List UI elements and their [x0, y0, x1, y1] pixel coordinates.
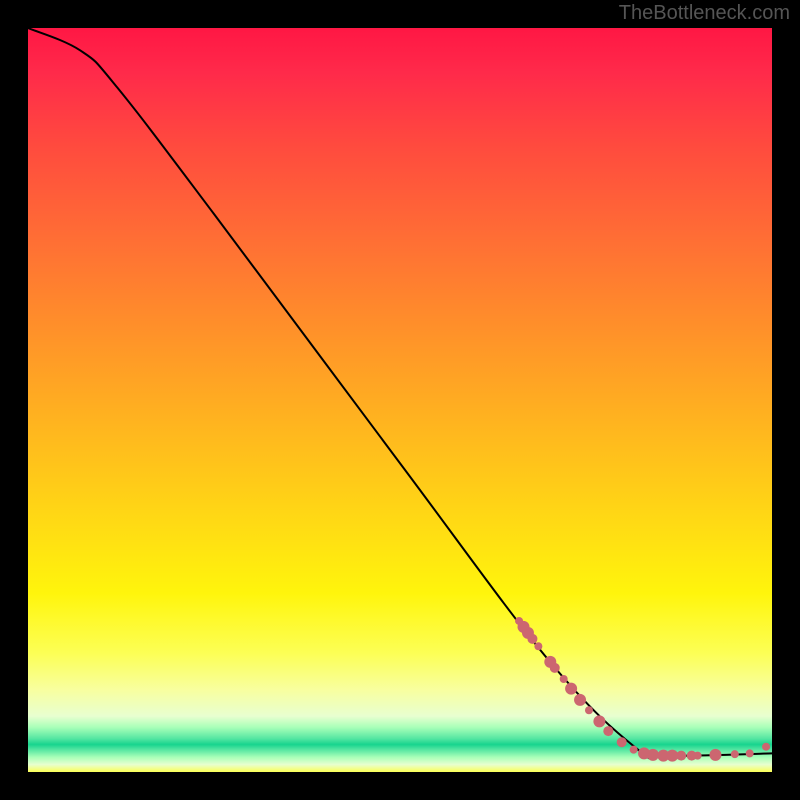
chart-overlay: [28, 28, 772, 772]
data-marker: [630, 746, 638, 754]
data-marker: [574, 694, 586, 706]
data-marker: [565, 683, 577, 695]
data-marker: [585, 706, 593, 714]
data-marker: [731, 750, 739, 758]
data-marker: [603, 726, 613, 736]
data-marker: [709, 749, 721, 761]
data-marker: [617, 737, 627, 747]
data-marker: [593, 715, 605, 727]
data-marker: [560, 675, 568, 683]
chart-plot-area: [28, 28, 772, 772]
data-marker: [527, 634, 537, 644]
chart-curve: [28, 28, 772, 759]
attribution-text: TheBottleneck.com: [619, 2, 790, 25]
data-marker: [762, 743, 770, 751]
data-marker: [694, 752, 702, 760]
data-marker: [647, 749, 659, 761]
data-marker: [746, 749, 754, 757]
data-marker: [676, 751, 686, 761]
data-marker: [534, 642, 542, 650]
data-marker: [550, 663, 560, 673]
chart-markers: [515, 617, 770, 762]
